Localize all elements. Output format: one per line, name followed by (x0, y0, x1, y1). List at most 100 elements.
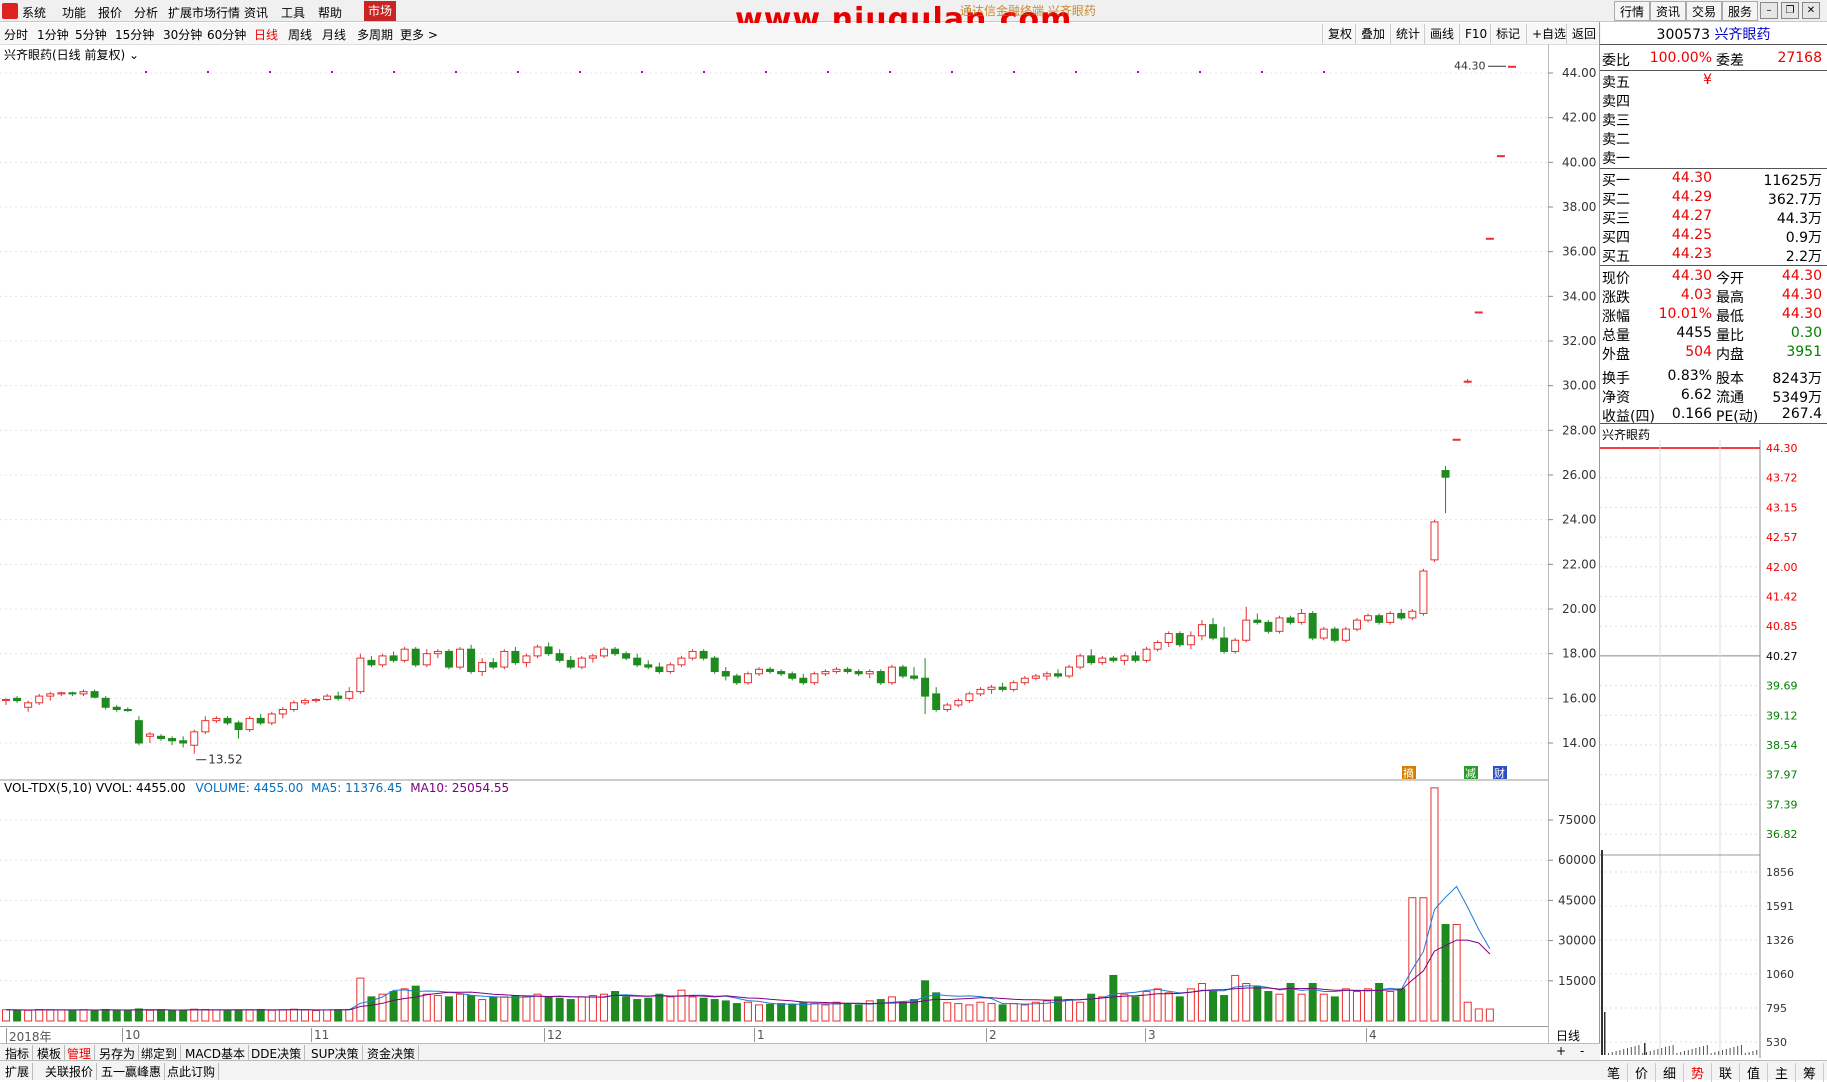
ask-row-4-label: 卖一 (1602, 151, 1630, 167)
restore-icon[interactable]: ❐ (1781, 2, 1799, 19)
candle-body (577, 657, 586, 668)
tool-5[interactable]: 标记 (1490, 24, 1526, 44)
volume-bar (1441, 924, 1450, 1022)
volume-bar (312, 1010, 321, 1022)
period-9[interactable]: 多周期 (357, 26, 393, 43)
bid-row-3-vol: 0.9万 (1785, 230, 1822, 246)
volume-bar (1419, 897, 1428, 1022)
candle-body (1175, 633, 1184, 646)
volume-bar (345, 1008, 354, 1022)
top-button-2[interactable]: 交易 (1686, 1, 1723, 21)
mini-vol-bar (1729, 1048, 1731, 1055)
zoom-out-button[interactable]: - (1580, 1044, 1584, 1058)
menu-item-6[interactable]: 工具 (281, 4, 305, 21)
right-tab-7[interactable]: 筹 (1796, 1063, 1824, 1082)
candle-body (134, 720, 143, 744)
top-button-3[interactable]: 服务 (1722, 1, 1759, 21)
volume-bar (256, 1008, 265, 1022)
right-tab-0[interactable]: 笔 (1600, 1063, 1628, 1082)
menu-item-3[interactable]: 分析 (134, 4, 158, 21)
ask-row-2-label: 卖三 (1602, 113, 1630, 129)
top-button-0[interactable]: 行情 (1614, 1, 1651, 21)
tool-3[interactable]: 画线 (1424, 24, 1460, 44)
period-1[interactable]: 1分钟 (37, 26, 69, 43)
app-logo-icon[interactable] (2, 3, 18, 19)
mini-price-label: 40.27 (1766, 650, 1798, 663)
stat-row-0-label-b: 今开 (1716, 271, 1744, 287)
tool-0[interactable]: 复权 (1322, 24, 1358, 44)
right-tab-6[interactable]: 主 (1768, 1063, 1796, 1082)
event-dot (145, 71, 147, 73)
zoom-in-button[interactable]: + (1556, 1044, 1566, 1058)
right-tab-2[interactable]: 细 (1656, 1063, 1684, 1082)
close-icon[interactable]: ✕ (1802, 2, 1820, 19)
volume-bar (422, 993, 431, 1022)
mini-vol-bar (1752, 1051, 1754, 1055)
tool-2[interactable]: 统计 (1390, 24, 1426, 44)
period-6[interactable]: 日线 (254, 26, 278, 43)
bottom-tab2-0[interactable]: 扩展 (2, 1063, 34, 1080)
period-7[interactable]: 周线 (288, 26, 312, 43)
period-0[interactable]: 分时 (4, 26, 28, 43)
period-4[interactable]: 30分钟 (163, 26, 202, 43)
mini-vol-label: 530 (1766, 1036, 1787, 1049)
volume-bar (1452, 924, 1461, 1022)
menu-item-4[interactable]: 扩展市场行情 (168, 4, 240, 21)
menu-item-1[interactable]: 功能 (62, 4, 86, 21)
right-tab-4[interactable]: 联 (1712, 1063, 1740, 1082)
right-tab-3[interactable]: 势 (1684, 1063, 1712, 1082)
tool-4[interactable]: F10 (1459, 24, 1493, 44)
right-tab-5[interactable]: 值 (1740, 1063, 1768, 1082)
date-label-2: 11 (311, 1028, 329, 1042)
stat-row-3-label-b: 量比 (1716, 328, 1744, 344)
mini-vol-bar (1611, 1052, 1613, 1055)
menu-item-2[interactable]: 报价 (98, 4, 122, 21)
volume-bar (1042, 1000, 1051, 1022)
kline-chart[interactable]: 44.00 42.00 40.00 38.00 36.00 34.00 32.00 30.00… (0, 44, 1600, 1044)
bottom-tab2-3[interactable]: 点此订购 (164, 1063, 220, 1080)
bottom-tab2-1[interactable]: 关联报价 (42, 1063, 98, 1080)
mini-vol-bar (1737, 1046, 1739, 1055)
mini-vol-bar (1672, 1045, 1674, 1055)
stat-row-5-label-b: 股本 (1716, 371, 1744, 387)
low-annotation: 13.52 (208, 753, 242, 767)
mini-vol-bar (1741, 1045, 1742, 1055)
intraday-chart[interactable]: 44.30 43.72 43.15 42.57 42.00 41.42 40.85 40.27… (1600, 440, 1827, 1058)
price-label: 16.00 (1562, 691, 1596, 705)
bottom-tab2-2[interactable]: 五一赢峰惠 (98, 1063, 166, 1080)
volume-bar (46, 1009, 55, 1022)
candle-body (456, 648, 465, 668)
stat-row-3: 总量 4455 量比 0.30 (1602, 325, 1824, 344)
price-label: 26.00 (1562, 468, 1596, 482)
period-2[interactable]: 5分钟 (75, 26, 107, 43)
top-button-1[interactable]: 资讯 (1650, 1, 1687, 21)
bid-row-4-vol: 2.2万 (1785, 249, 1822, 265)
minimize-icon[interactable]: – (1760, 2, 1778, 19)
candle-body (1397, 612, 1406, 619)
volume-bar (821, 1004, 830, 1022)
period-10[interactable]: 更多 > (400, 26, 438, 43)
event-dot (207, 71, 209, 73)
volume-value: VOLUME: 4455.00 (195, 781, 304, 795)
tool-1[interactable]: 叠加 (1355, 24, 1391, 44)
menu-item-5[interactable]: 资讯 (244, 4, 268, 21)
stat-row-7-value-a: 0.166 (1671, 406, 1712, 422)
vol-indicator-name[interactable]: VOL-TDX(5,10) (4, 781, 92, 795)
tool-6[interactable]: +自选 (1526, 24, 1572, 44)
menu-item-7[interactable]: 帮助 (318, 4, 342, 21)
candle-body (743, 673, 752, 684)
menu-item-0[interactable]: 系统 (22, 4, 46, 21)
right-tab-1[interactable]: 价 (1628, 1063, 1656, 1082)
event-dot (889, 71, 891, 73)
candle-body (13, 697, 22, 702)
volume-bar (478, 999, 487, 1022)
candle-body (622, 653, 631, 659)
volume-bar (1231, 974, 1240, 1022)
period-8[interactable]: 月线 (322, 26, 346, 43)
date-axis-mode[interactable]: 日线 (1556, 1027, 1580, 1044)
menu-item-8[interactable]: 市场 (364, 1, 397, 21)
period-3[interactable]: 15分钟 (115, 26, 154, 43)
tool-7[interactable]: 返回 (1566, 24, 1602, 44)
candle-body (1352, 619, 1361, 630)
period-5[interactable]: 60分钟 (207, 26, 246, 43)
